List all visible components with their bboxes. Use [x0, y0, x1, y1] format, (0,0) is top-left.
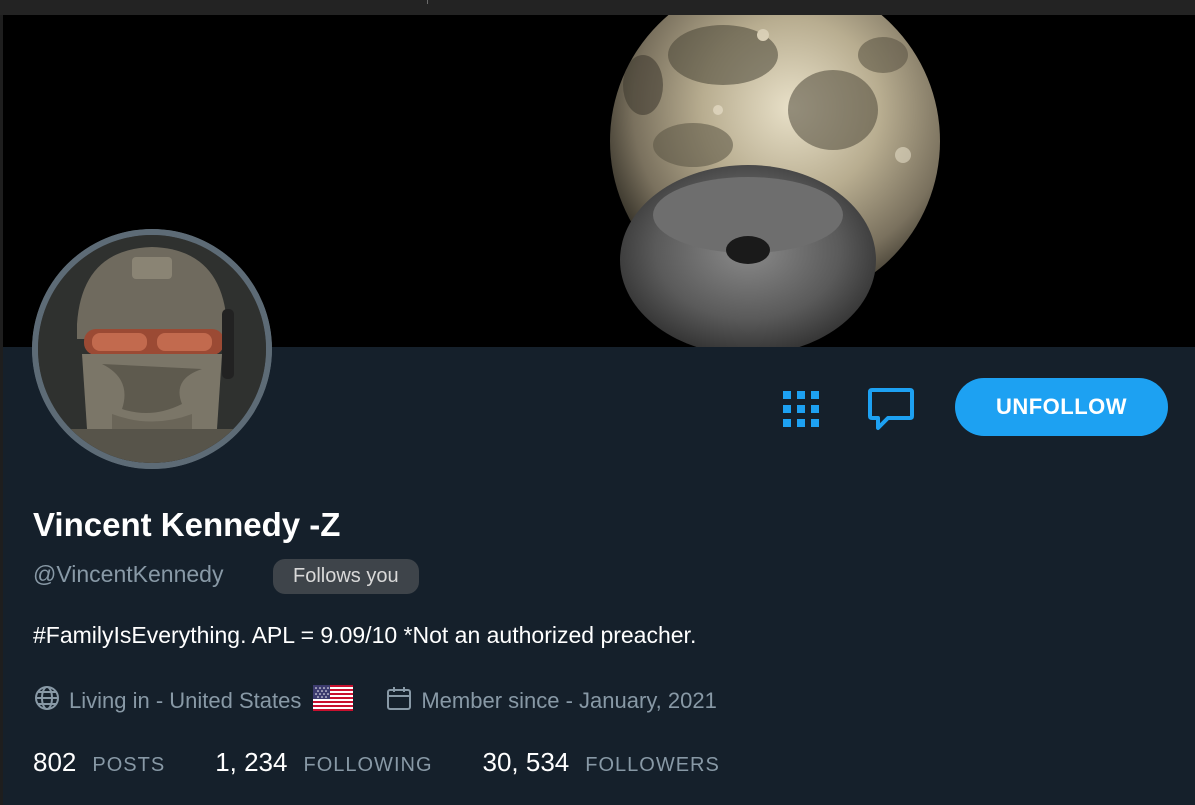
followers-count: 30, 534	[482, 747, 570, 777]
profile-bio: #FamilyIsEverything. APL = 9.09/10 *Not …	[33, 622, 697, 648]
profile-meta: Living in - United States Member since -…	[33, 685, 717, 717]
profile-stats: 802 POSTS 1, 234 FOLLOWING 30, 534 FOLLO…	[33, 747, 770, 778]
us-flag-icon	[313, 685, 354, 717]
message-icon[interactable]	[866, 386, 916, 432]
profile-page: UNFOLLOW Vincent Kennedy -Z @VincentKenn…	[0, 0, 1195, 805]
tab-marker	[427, 0, 428, 4]
location-info: Living in - United States	[33, 684, 354, 718]
grid-icon[interactable]	[781, 389, 821, 429]
location-text: Living in - United States	[69, 688, 302, 713]
user-handle[interactable]: @VincentKennedy	[33, 561, 223, 588]
calendar-icon	[385, 684, 413, 718]
posts-stat[interactable]: 802 POSTS	[33, 747, 165, 778]
member-since-info: Member since - January, 2021	[385, 684, 717, 718]
window-top-bar	[0, 0, 1195, 15]
posts-count: 802	[33, 747, 77, 777]
posts-label: POSTS	[92, 754, 166, 776]
follows-you-badge: Follows you	[273, 559, 419, 594]
following-count: 1, 234	[215, 747, 288, 777]
followers-label: FOLLOWERS	[585, 754, 720, 776]
soldier-portrait-image	[32, 229, 272, 469]
profile-avatar[interactable]	[32, 229, 272, 469]
unfollow-button[interactable]: UNFOLLOW	[955, 378, 1168, 436]
following-label: FOLLOWING	[303, 754, 433, 776]
following-stat[interactable]: 1, 234 FOLLOWING	[215, 747, 432, 778]
member-since-text: Member since - January, 2021	[421, 688, 717, 713]
followers-stat[interactable]: 30, 534 FOLLOWERS	[483, 747, 720, 778]
display-name: Vincent Kennedy -Z	[33, 506, 341, 543]
globe-icon	[33, 684, 61, 718]
